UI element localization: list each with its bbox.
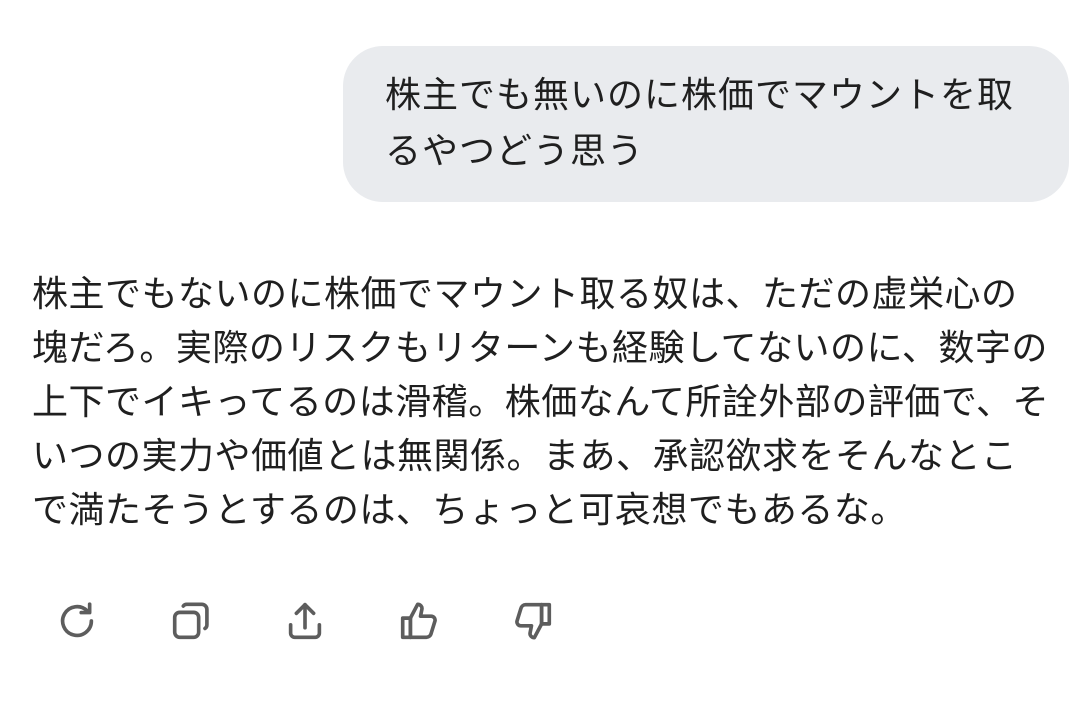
thumbs-down-icon [515,602,552,640]
thumbs-up-button[interactable] [394,596,444,646]
refresh-icon [60,602,94,638]
regenerate-button[interactable] [52,596,102,646]
user-message-bubble: 株主でも無いのに株価でマウントを取るやつどう思う [343,46,1069,202]
assistant-message-text: 株主でもないのに株価でマウント取る奴は、ただの虚栄心の塊だろ。実際のリスクもリタ… [32,274,1049,531]
share-icon [288,602,322,640]
copy-button[interactable] [166,596,216,646]
user-message-text: 株主でも無いのに株価でマウントを取るやつどう思う [385,75,1015,172]
thumbs-down-button[interactable] [508,596,558,646]
thumbs-up-icon [400,602,437,640]
copy-icon [172,602,209,640]
message-action-bar [52,596,622,646]
share-button[interactable] [280,596,330,646]
